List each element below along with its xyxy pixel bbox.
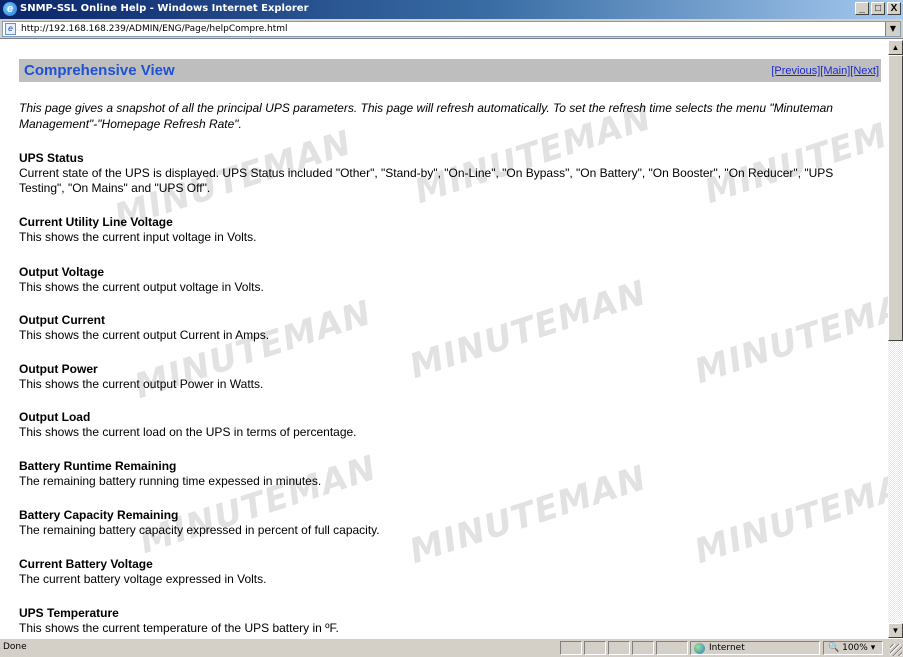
resize-grip-icon[interactable] [890,644,902,656]
title-bar: e SNMP-SSL Online Help - Windows Interne… [0,0,903,19]
help-section: UPS Temperature This shows the current t… [19,606,869,636]
address-dropdown-icon[interactable]: ▼ [885,22,900,36]
section-text: This shows the current input voltage in … [19,230,257,244]
page-icon: e [5,23,16,35]
page-title: Comprehensive View [24,62,175,79]
scroll-down-icon[interactable]: ▼ [888,623,903,638]
scrollbar-thumb[interactable] [888,55,903,341]
security-zone[interactable]: Internet [690,641,820,655]
page-navigation: [Previous][Main][Next] [771,65,879,77]
section-text: This shows the current temperature of th… [19,621,339,635]
help-section: Battery Capacity Remaining The remaining… [19,508,869,538]
section-text: This shows the current output Current in… [19,328,270,342]
close-button[interactable]: X [887,2,901,15]
previous-link[interactable]: [Previous] [771,65,820,77]
section-title: Output Current [19,313,105,327]
status-text: Done [3,642,27,652]
help-section: Output Current This shows the current ou… [19,313,869,343]
window-title: SNMP-SSL Online Help - Windows Internet … [20,3,309,14]
main-link[interactable]: [Main] [820,65,850,77]
section-text: This shows the current output voltage in… [19,280,264,294]
zoom-level: 🔍 100% ▾ [828,643,876,653]
address-field[interactable]: e http://192.168.168.239/ADMIN/ENG/Page/… [2,21,901,37]
section-text: This shows the current load on the UPS i… [19,425,357,439]
section-title: UPS Status [19,151,84,165]
zone-label: Internet [709,643,745,653]
scroll-up-icon[interactable]: ▲ [888,40,903,55]
section-text: This shows the current output Power in W… [19,377,264,391]
page-header-bar: Comprehensive View [Previous][Main][Next… [19,59,881,82]
section-text: The remaining battery running time expes… [19,474,322,488]
zoom-icon: 🔍 [828,643,840,653]
address-bar: e http://192.168.168.239/ADMIN/ENG/Page/… [0,19,903,39]
section-title: Output Load [19,410,91,424]
zoom-control[interactable]: 🔍 100% ▾ [823,641,883,655]
help-section: Output Power This shows the current outp… [19,362,869,392]
zoom-value: 100% [842,643,868,653]
internet-explorer-icon: e [3,2,17,16]
globe-icon [694,643,705,654]
help-section: Current Battery Voltage The current batt… [19,557,869,587]
help-section: Current Utility Line Voltage This shows … [19,215,869,245]
section-title: Current Utility Line Voltage [19,215,173,229]
section-title: UPS Temperature [19,606,119,620]
section-text: The current battery voltage expressed in… [19,572,267,586]
status-panel [632,641,654,655]
maximize-button[interactable]: □ [871,2,885,15]
vertical-scrollbar[interactable]: ▲ ▼ [888,40,903,638]
section-text: The remaining battery capacity expressed… [19,523,380,537]
help-section: Output Voltage This shows the current ou… [19,265,869,295]
help-section: Battery Runtime Remaining The remaining … [19,459,869,489]
page-content: MINUTEMAN MINUTEMAN MINUTEMAN MINUTEMAN … [0,40,888,638]
section-title: Output Voltage [19,265,105,279]
window-controls: _ □ X [855,2,901,15]
section-text: Current state of the UPS is displayed. U… [19,166,834,195]
next-link[interactable]: [Next] [850,65,879,77]
status-panel [584,641,606,655]
help-section: Output Load This shows the current load … [19,410,869,440]
address-url[interactable]: http://192.168.168.239/ADMIN/ENG/Page/he… [21,22,288,36]
intro-text: This page gives a snapshot of all the pr… [19,101,833,131]
section-title: Battery Capacity Remaining [19,508,179,522]
status-panel [656,641,688,655]
status-bar: Done Internet 🔍 100% ▾ [0,638,903,657]
help-section: UPS Status Current state of the UPS is d… [19,151,869,196]
section-title: Current Battery Voltage [19,557,153,571]
status-panel [608,641,630,655]
minimize-button[interactable]: _ [855,2,869,15]
status-panel [560,641,582,655]
section-title: Output Power [19,362,98,376]
section-title: Battery Runtime Remaining [19,459,177,473]
